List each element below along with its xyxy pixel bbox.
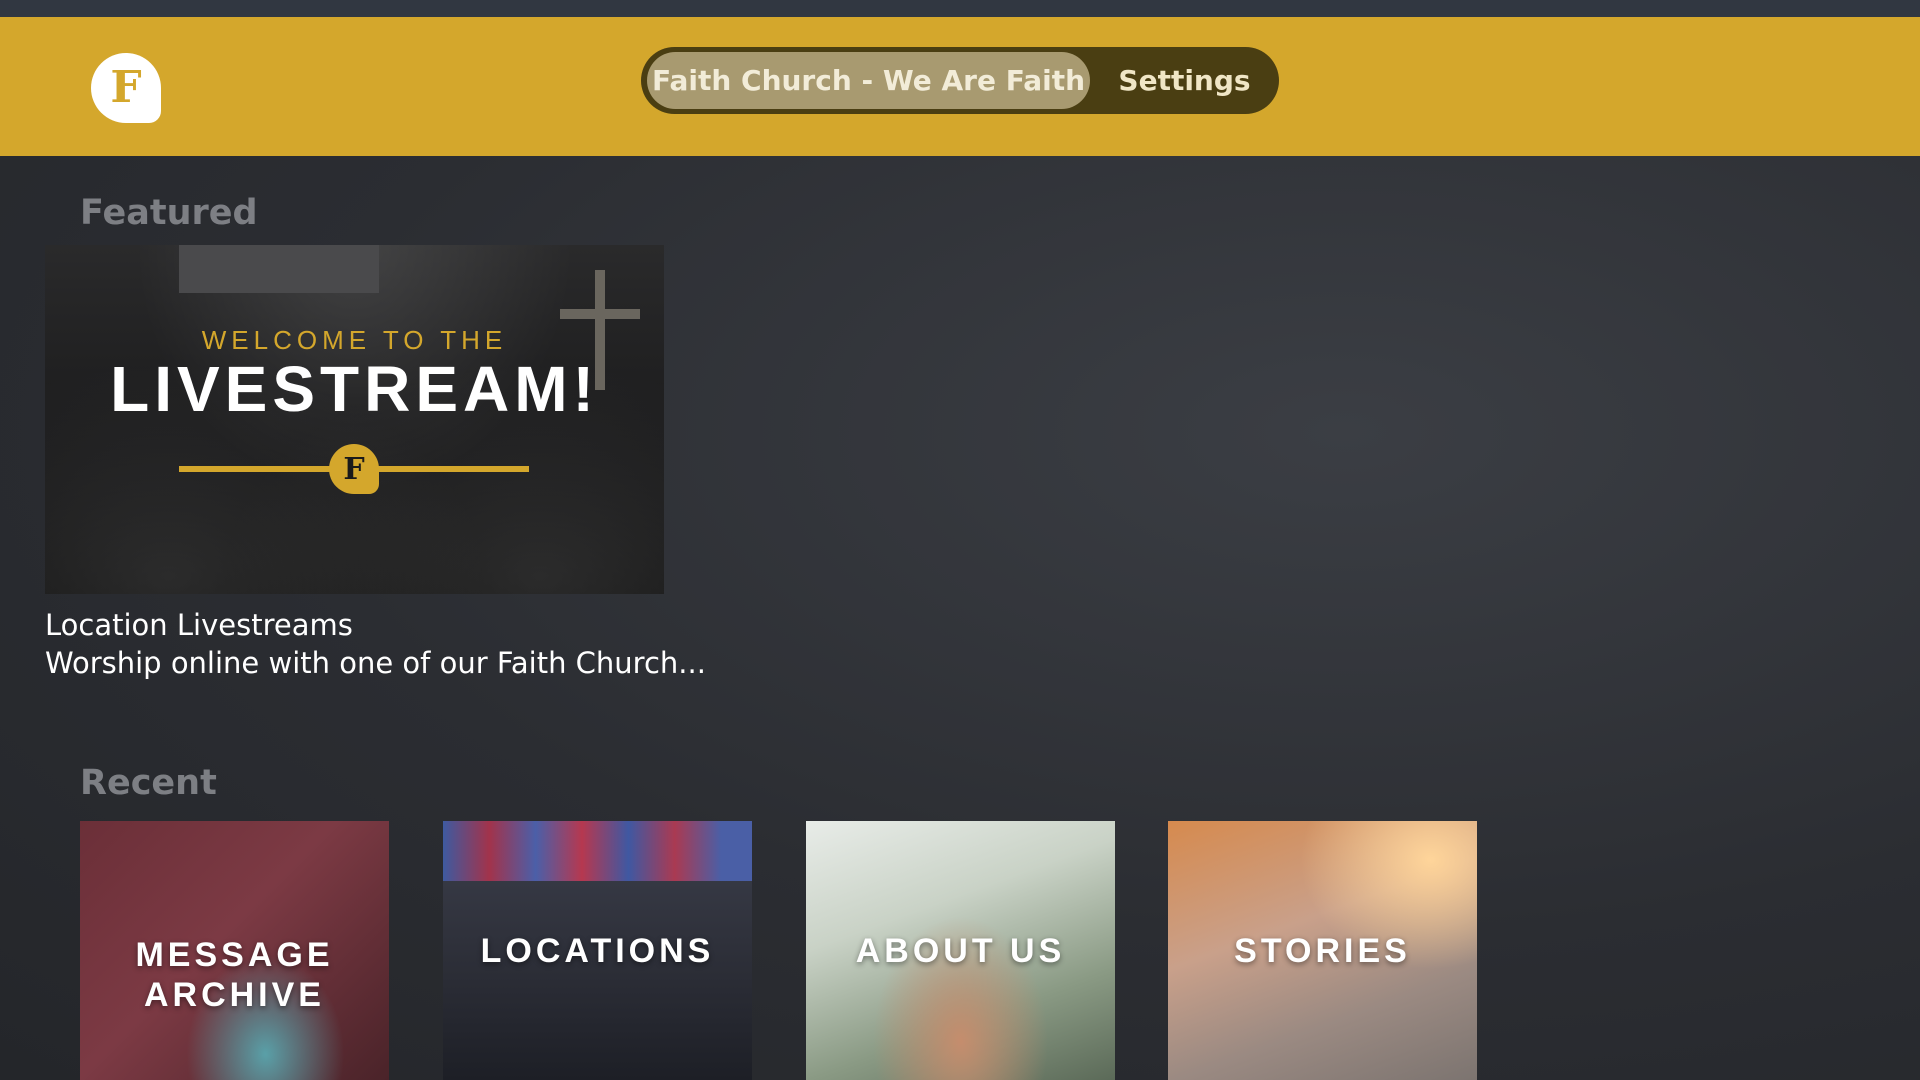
badge-letter: F: [343, 451, 365, 487]
cross-bar: [560, 309, 640, 319]
tile-label-line: ARCHIVE: [143, 976, 325, 1014]
tile-label-line: MESSAGE: [135, 936, 334, 974]
tile-label: MESSAGE ARCHIVE: [135, 935, 333, 1015]
tab-settings[interactable]: Settings: [1090, 52, 1279, 109]
church-logo-icon: F: [91, 53, 161, 123]
featured-section-title: Featured: [80, 193, 258, 233]
top-tab-bar: Faith Church - We Are Faith Settings: [641, 47, 1279, 114]
tile-message-archive[interactable]: MESSAGE ARCHIVE: [80, 821, 389, 1080]
top-strip: [0, 0, 1920, 17]
logo-letter: F: [110, 62, 142, 113]
header-bar: F Faith Church - We Are Faith Settings: [0, 17, 1920, 156]
recent-section-title: Recent: [80, 763, 217, 803]
tab-faith-church[interactable]: Faith Church - We Are Faith: [647, 52, 1090, 109]
featured-item-description: Worship online with one of our Faith Chu…: [45, 646, 706, 680]
stage-screen-image: [179, 245, 379, 293]
tile-about-us[interactable]: ABOUT US: [806, 821, 1115, 1080]
church-badge-icon: F: [329, 444, 379, 494]
tile-locations[interactable]: LOCATIONS: [443, 821, 752, 1080]
tile-label: LOCATIONS: [480, 932, 715, 970]
banner-livestream-text: LIVESTREAM!: [110, 353, 599, 425]
featured-item-title: Location Livestreams: [45, 608, 353, 642]
tile-label: STORIES: [1234, 932, 1411, 970]
featured-livestream-card[interactable]: WELCOME TO THE LIVESTREAM! F: [45, 245, 664, 594]
tile-stories[interactable]: STORIES: [1168, 821, 1477, 1080]
tv-app-screen: F Faith Church - We Are Faith Settings F…: [0, 0, 1920, 1080]
tile-label: ABOUT US: [855, 932, 1066, 970]
